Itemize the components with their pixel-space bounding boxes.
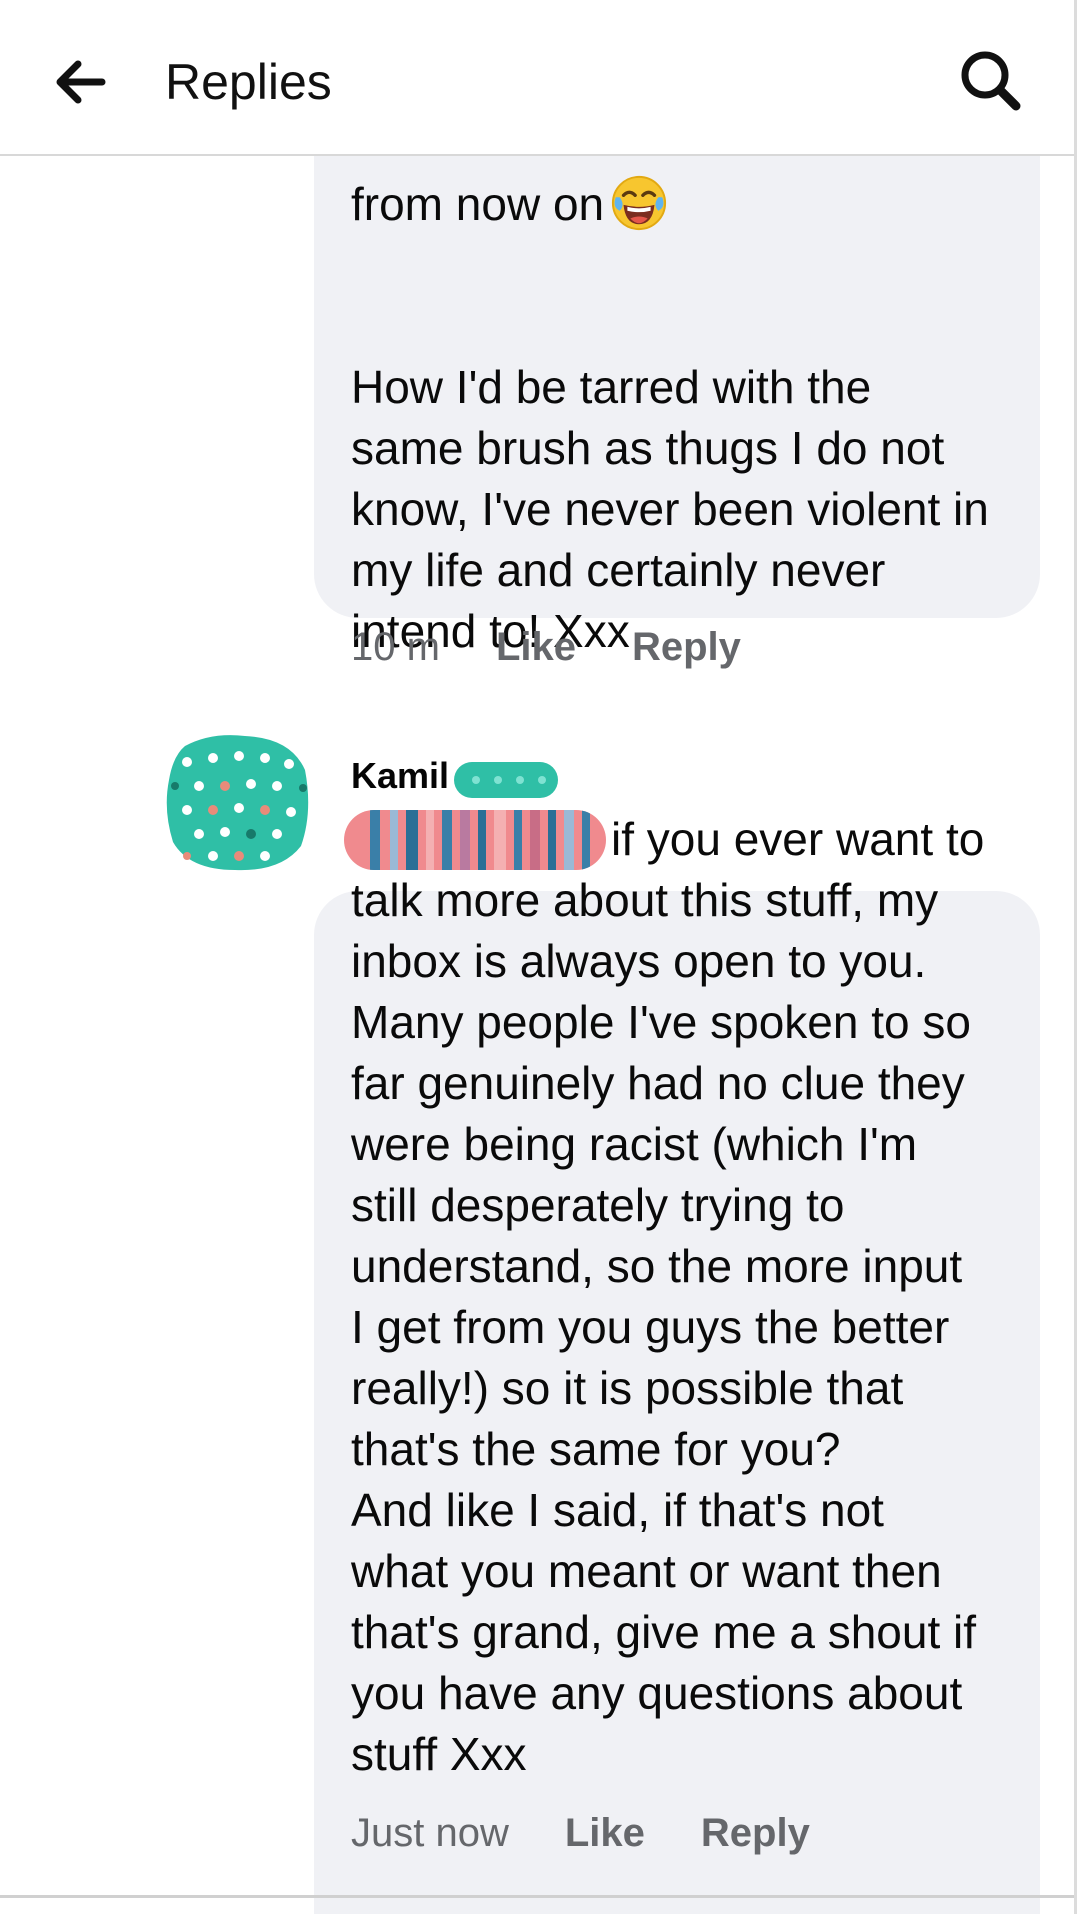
reply-button[interactable]: Reply	[701, 1808, 810, 1858]
comment-text-line: if you ever want to	[611, 813, 985, 865]
reply-button[interactable]: Reply	[632, 622, 741, 672]
comment-timestamp: Just now	[351, 1811, 509, 1855]
divider	[0, 1895, 1074, 1898]
laughing-tears-emoji-icon	[612, 175, 667, 231]
search-icon[interactable]	[956, 46, 1026, 116]
arrow-left-icon[interactable]	[50, 52, 110, 112]
comments-list[interactable]: from now on How I'd be tarred with the s…	[0, 156, 1074, 1914]
redaction-mark	[454, 762, 558, 798]
avatar[interactable]	[165, 730, 311, 874]
comment-author[interactable]: Kamil	[351, 753, 449, 799]
top-bar: Replies	[0, 0, 1074, 156]
like-button[interactable]: Like	[565, 1808, 645, 1858]
comment-text-line: from now on	[351, 178, 605, 230]
comment-timestamp: 10 m	[351, 625, 440, 669]
comment-body: from now on How I'd be tarred with the s…	[351, 174, 1031, 784]
redaction-mark	[344, 810, 606, 870]
comment-meta: Just now Like Reply	[351, 1808, 866, 1858]
comment-text: How I'd be tarred with the same brush as…	[351, 361, 989, 657]
comment-meta: 10 m Like Reply	[351, 622, 797, 672]
replies-screen: from now on How I'd be tarred with the s…	[0, 0, 1077, 1914]
comment-text: talk more about this stuff, my inbox is …	[351, 874, 977, 1780]
like-button[interactable]: Like	[496, 622, 576, 672]
page-title: Replies	[165, 54, 332, 110]
